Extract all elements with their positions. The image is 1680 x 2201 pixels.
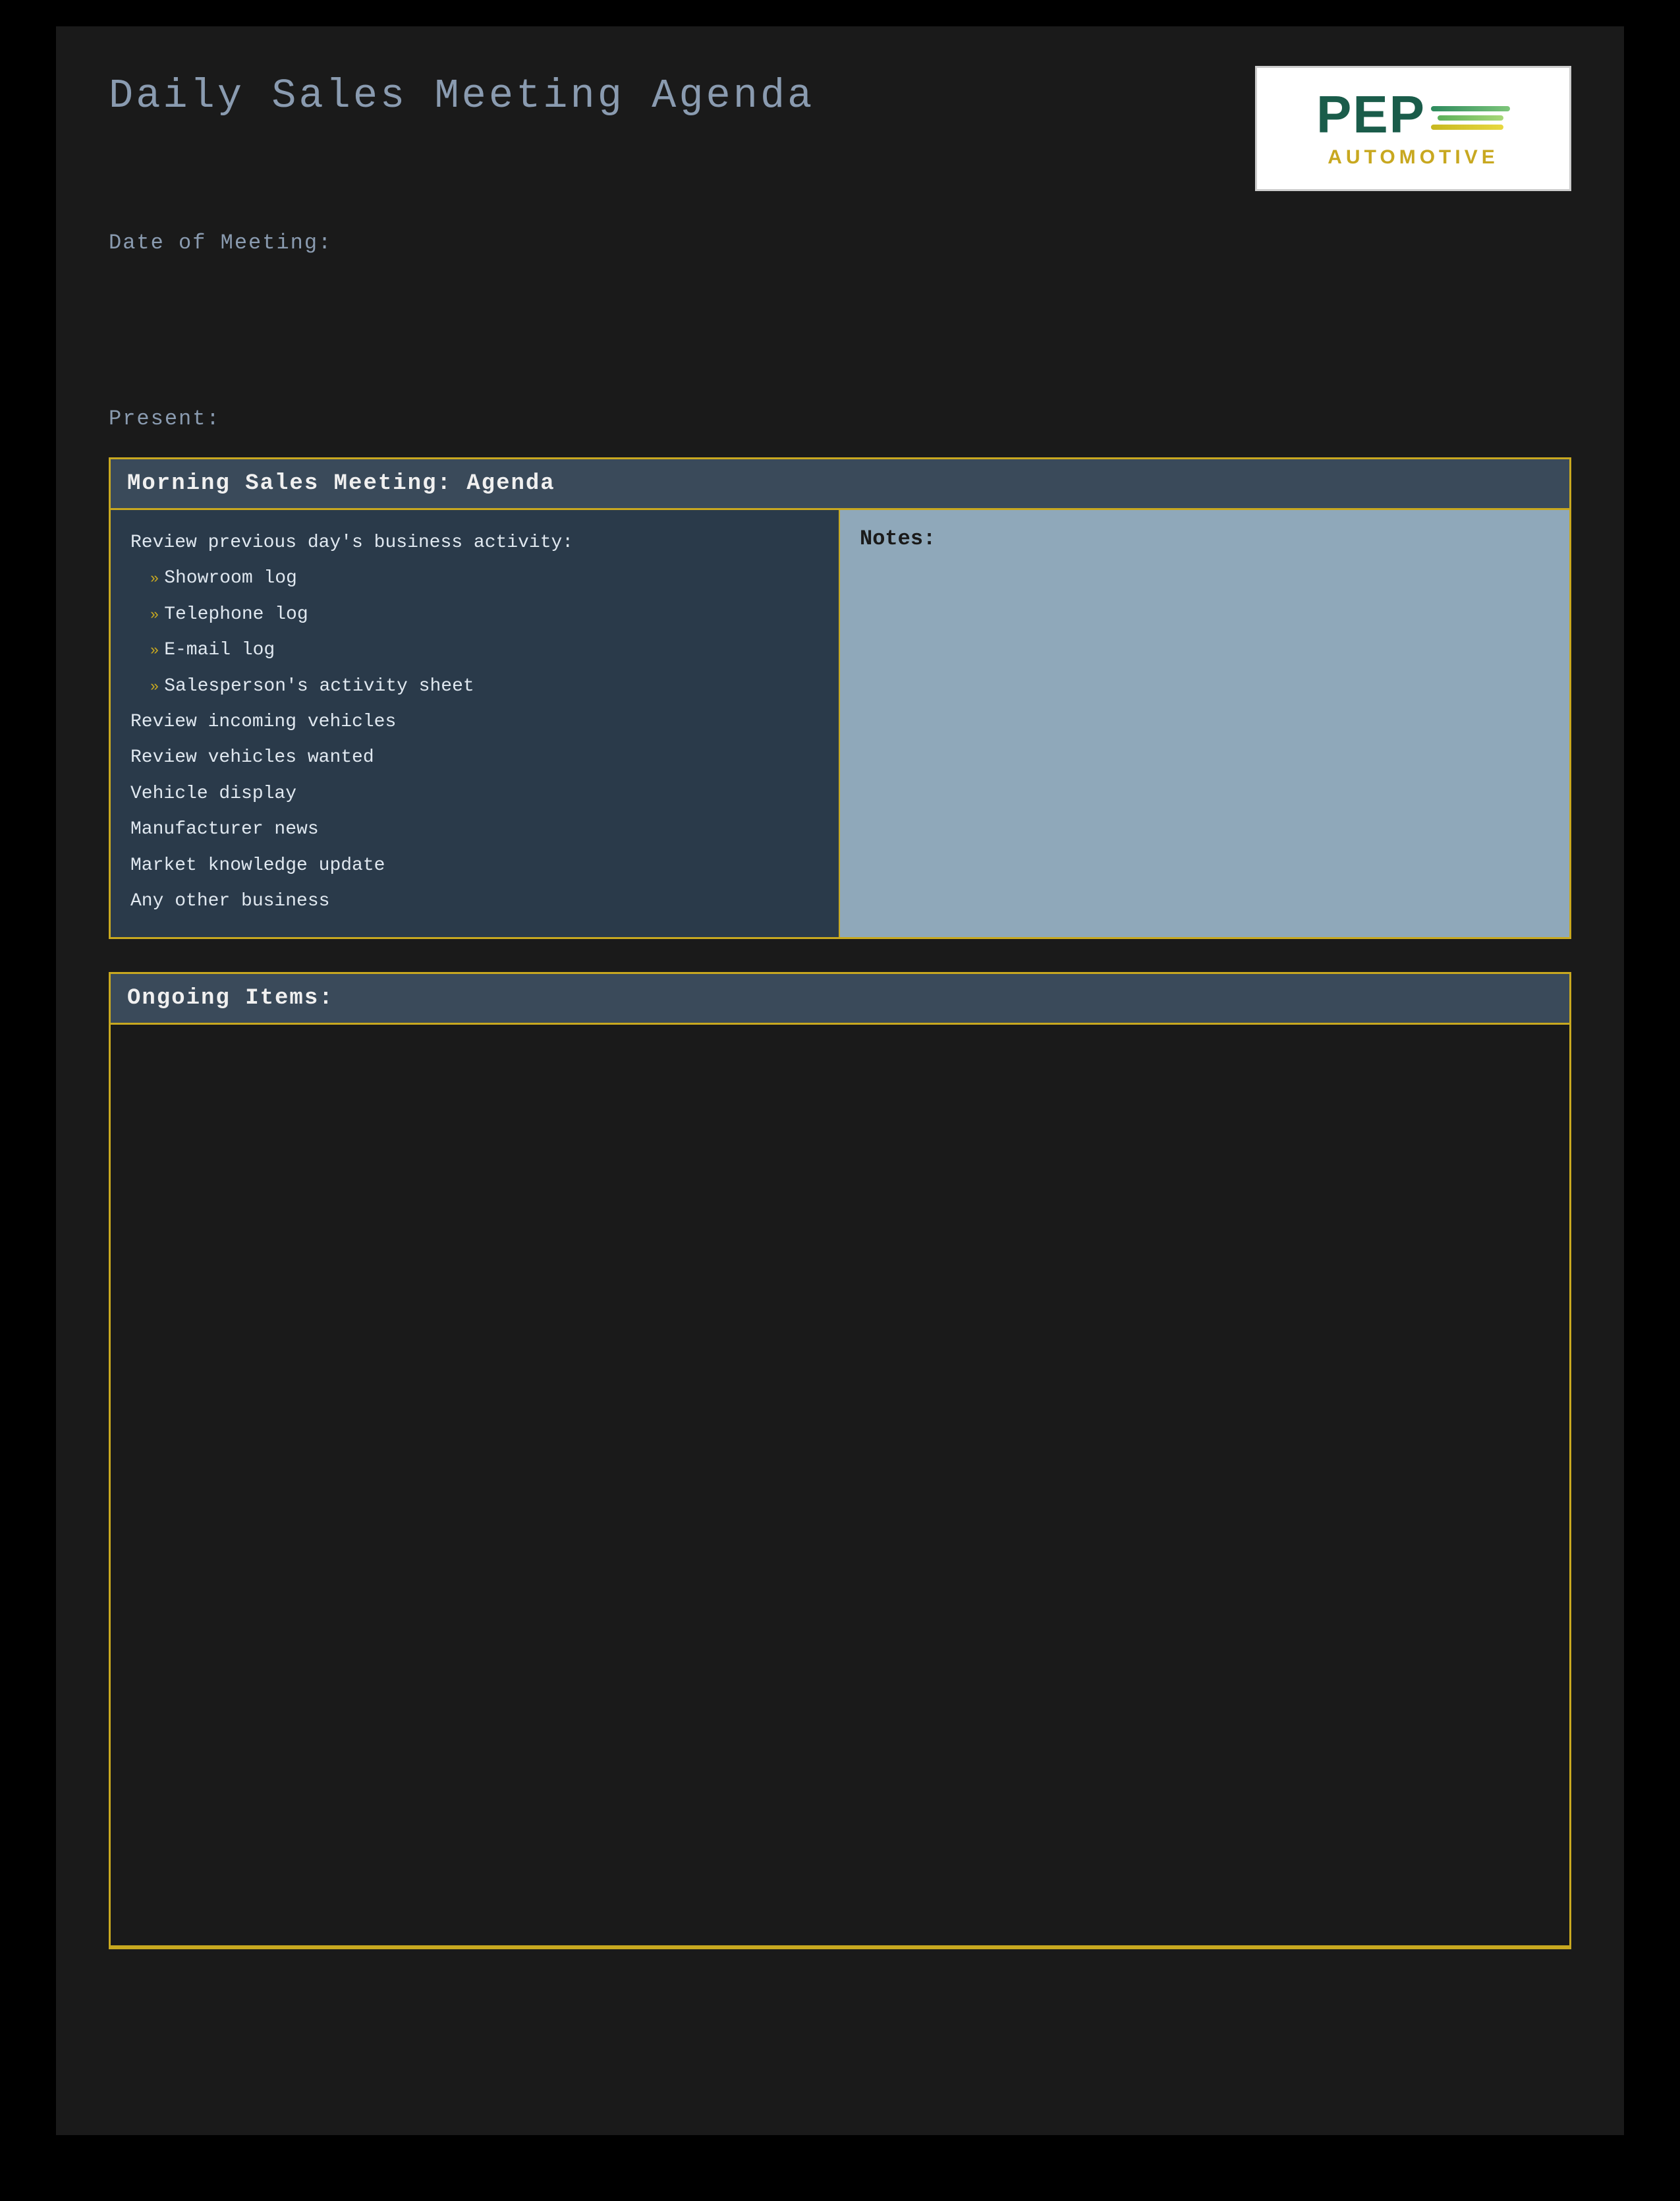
agenda-market-knowledge: Market knowledge update bbox=[130, 849, 819, 882]
agenda-vehicle-display: Vehicle display bbox=[130, 778, 819, 811]
date-field: Date of Meeting: bbox=[109, 231, 1571, 255]
sub-item-showroom-label: Showroom log bbox=[164, 562, 297, 595]
wave-1-icon bbox=[1431, 106, 1510, 111]
wave-3-icon bbox=[1431, 125, 1503, 130]
review-title: Review previous day's business activity: bbox=[130, 527, 819, 559]
agenda-manufacturer-news: Manufacturer news bbox=[130, 813, 819, 846]
header-section: Daily Sales Meeting Agenda PEP AUTOMOTIV… bbox=[109, 66, 1571, 191]
logo-top: PEP bbox=[1270, 88, 1556, 141]
present-label: Present: bbox=[109, 407, 221, 431]
notes-column: Notes: bbox=[840, 510, 1569, 937]
sub-item-telephone-label: Telephone log bbox=[164, 598, 308, 631]
morning-table-body: Review previous day's business activity:… bbox=[111, 510, 1569, 937]
ongoing-header: Ongoing Items: bbox=[111, 974, 1569, 1025]
bullet-icon: » bbox=[150, 602, 159, 629]
page-container: Daily Sales Meeting Agenda PEP AUTOMOTIV… bbox=[56, 26, 1624, 2135]
sub-item-salesperson: » Salesperson's activity sheet bbox=[130, 670, 819, 703]
meta-section: Date of Meeting: Present: bbox=[109, 231, 1571, 431]
spacer-1 bbox=[109, 275, 1571, 407]
agenda-review-wanted: Review vehicles wanted bbox=[130, 741, 819, 774]
logo-container: PEP AUTOMOTIVE bbox=[1255, 66, 1571, 191]
ongoing-section: Ongoing Items: bbox=[109, 972, 1571, 1949]
agenda-column: Review previous day's business activity:… bbox=[111, 510, 840, 937]
sub-item-telephone: » Telephone log bbox=[130, 598, 819, 631]
bullet-icon: » bbox=[150, 674, 159, 700]
notes-label: Notes: bbox=[860, 527, 1550, 551]
sub-item-showroom: » Showroom log bbox=[130, 562, 819, 595]
morning-header: Morning Sales Meeting: Agenda bbox=[111, 459, 1569, 510]
bullet-icon: » bbox=[150, 638, 159, 664]
logo-waves bbox=[1431, 100, 1510, 130]
ongoing-body bbox=[111, 1025, 1569, 1947]
page-title: Daily Sales Meeting Agenda bbox=[109, 66, 814, 119]
sub-item-email: » E-mail log bbox=[130, 634, 819, 667]
agenda-other-business: Any other business bbox=[130, 885, 819, 918]
agenda-review-incoming: Review incoming vehicles bbox=[130, 706, 819, 739]
sub-item-email-label: E-mail log bbox=[164, 634, 275, 667]
date-label: Date of Meeting: bbox=[109, 231, 332, 255]
present-field: Present: bbox=[109, 407, 1571, 431]
wave-2-icon bbox=[1438, 115, 1503, 121]
bullet-icon: » bbox=[150, 566, 159, 592]
morning-meeting-table: Morning Sales Meeting: Agenda Review pre… bbox=[109, 457, 1571, 939]
sub-item-salesperson-label: Salesperson's activity sheet bbox=[164, 670, 474, 703]
logo-subtitle: AUTOMOTIVE bbox=[1328, 146, 1498, 169]
logo-text: PEP bbox=[1316, 88, 1426, 141]
